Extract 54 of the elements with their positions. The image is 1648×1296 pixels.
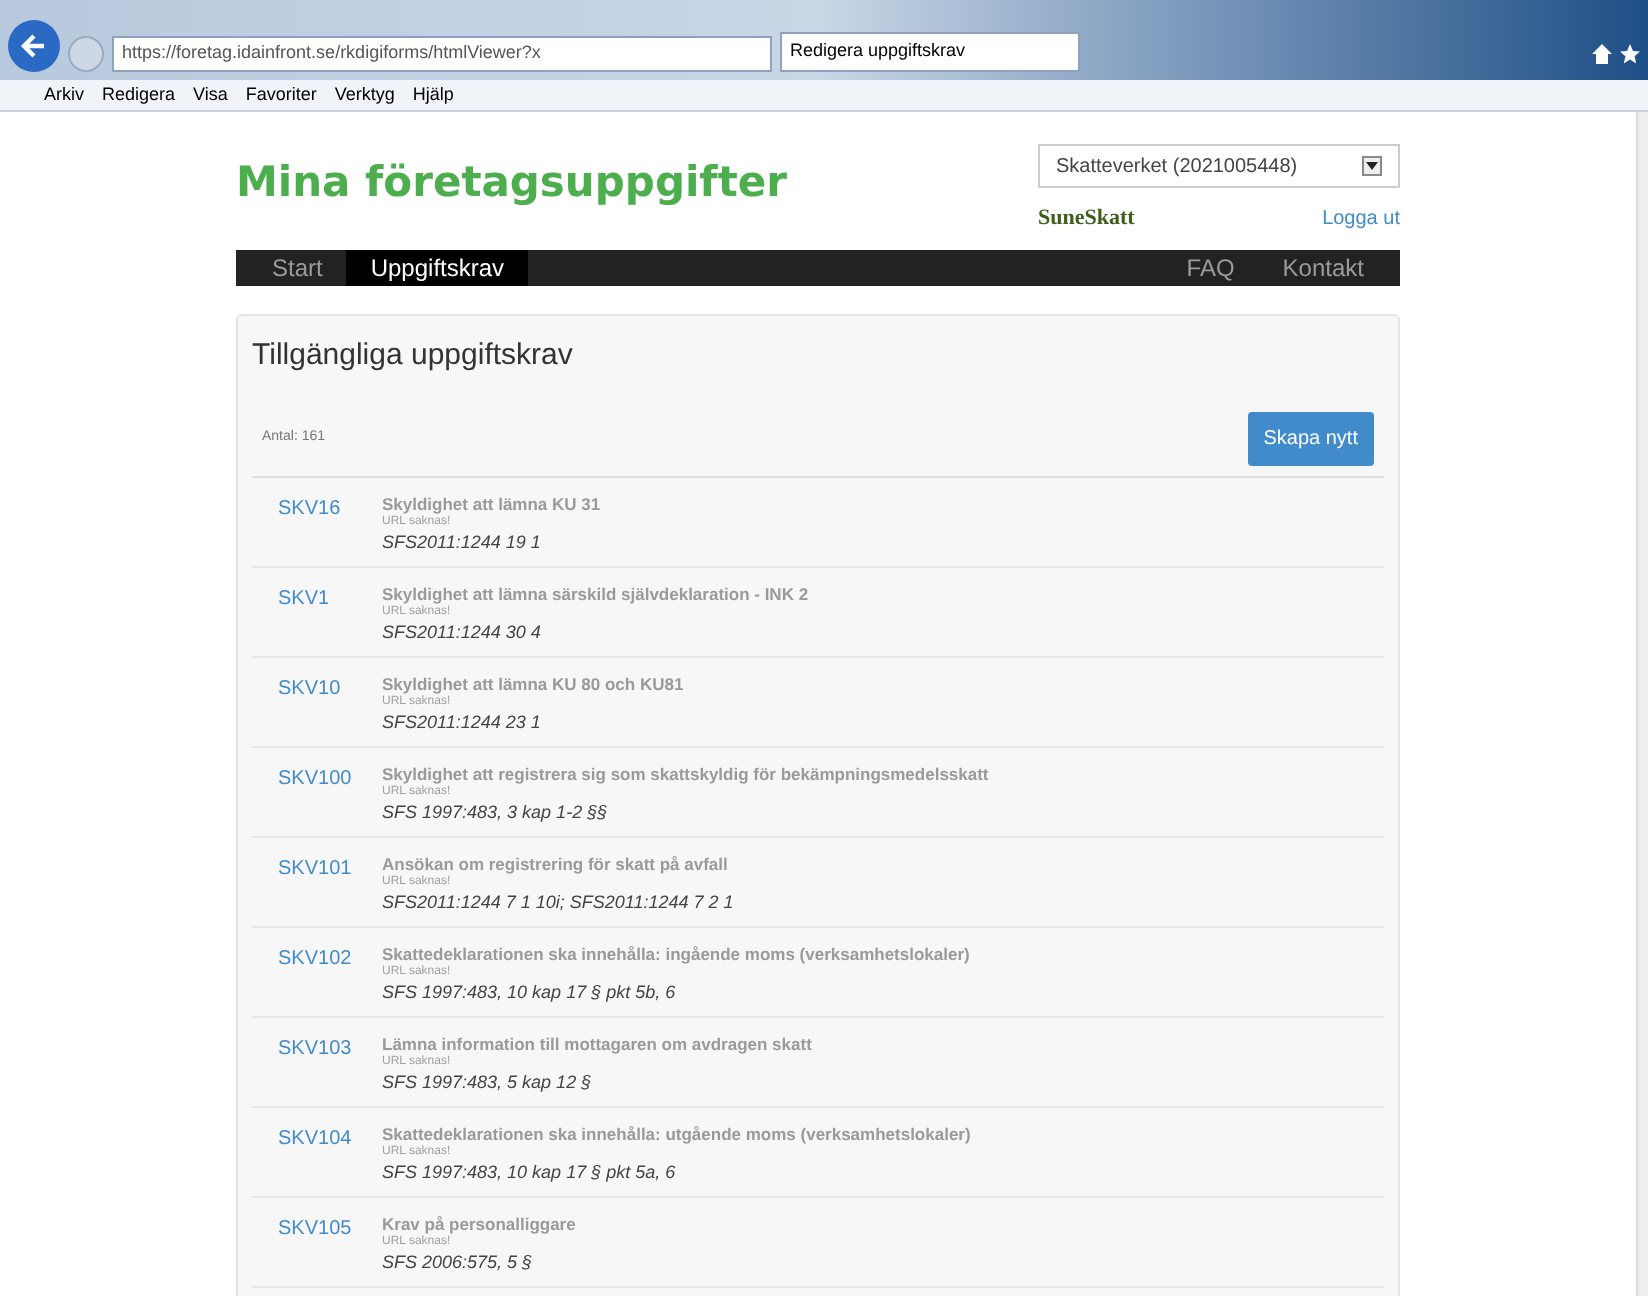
back-arrow-icon	[20, 32, 48, 60]
requirement-code[interactable]: SKV102	[278, 943, 382, 973]
requirement-name: Skyldighet att lämna KU 31	[382, 493, 601, 515]
legal-reference: SFS2011:1244 23 1	[382, 709, 543, 733]
create-button[interactable]: Skapa nytt	[1247, 411, 1374, 465]
requirement-name: Skattedeklarationen ska innehålla: utgående moms (verksamhetslokaler)	[382, 1123, 971, 1145]
requirement-code[interactable]: SKV105	[278, 1213, 382, 1243]
requirement-name: Skyldighet att registrera sig som skattskyldig för bekämpningsmedelsskatt	[382, 763, 989, 785]
menu-item[interactable]: Verktyg	[334, 81, 395, 109]
requirement-code[interactable]: SKV103	[278, 1033, 382, 1063]
requirement-code[interactable]: SKV1	[278, 583, 382, 613]
address-bar[interactable]: https://foretag.idainfront.se/rkdigiforms/htmlViewer?x	[112, 36, 772, 72]
home-icon	[1592, 44, 1612, 64]
legal-reference: SFS2011:1244 30 4	[382, 619, 543, 643]
page-title: Mina företagsuppgifter	[236, 156, 787, 210]
requirement-code[interactable]: SKV104	[278, 1123, 382, 1153]
legal-reference: SFS 1997:483, 5 kap 12 §	[382, 1069, 594, 1093]
requirement-name: Skyldighet att lämna KU 80 och KU81	[382, 673, 684, 695]
nav-link[interactable]: Kontakt	[1258, 250, 1388, 286]
legal-reference: SFS2011:1244 19 1	[382, 529, 543, 553]
menu-item[interactable]: Hjälp	[412, 81, 454, 109]
url-text: https://foretag.idainfront.se/rkdigiforms/htmlViewer?x	[122, 40, 541, 67]
requirement-name: Lämna information till mottagaren om avdragen skatt	[382, 1033, 812, 1055]
tab-title: Redigera uppgiftskrav	[790, 38, 966, 65]
requirement-code[interactable]: SKV16	[278, 493, 382, 523]
scroll-bar[interactable]	[1636, 112, 1648, 1296]
requirement-name: Skyldighet att lämna särskild självdeklaration - INK 2	[382, 583, 809, 605]
requirement-code[interactable]: SKV10	[278, 673, 382, 703]
user-name: SuneSkatt	[1038, 203, 1135, 233]
browser-tab[interactable]: Redigera uppgiftskrav	[780, 32, 1080, 72]
menu-item[interactable]: Redigera	[102, 81, 176, 109]
organization-select[interactable]: Skatteverket (2021005448)	[1038, 144, 1400, 188]
nav-link[interactable]: Uppgiftskrav	[346, 250, 529, 286]
star-icon	[1620, 44, 1640, 64]
menu-item[interactable]: Visa	[193, 81, 228, 109]
nav-link[interactable]: FAQ	[1162, 250, 1259, 286]
requirement-name: Ansökan om registrering för skatt på avfall	[382, 853, 730, 875]
nav-link[interactable]: Start	[248, 250, 347, 286]
legal-reference: SFS 1997:483, 10 kap 17 § pkt 5b, 6	[382, 979, 678, 1003]
legal-reference: SFS 1997:483, 10 kap 17 § pkt 5a, 6	[382, 1159, 678, 1183]
requirement-name: Krav på personalliggare	[382, 1213, 576, 1235]
forward-button[interactable]	[68, 36, 104, 72]
requirement-name: Skattedeklarationen ska innehålla: ingående moms (verksamhetslokaler)	[382, 943, 970, 965]
legal-reference: SFS2011:1244 7 1 10i; SFS2011:1244 7 2 1	[382, 889, 734, 913]
back-button[interactable]	[8, 20, 60, 72]
menu-item[interactable]: Arkiv	[44, 81, 84, 109]
legal-reference: SFS 2006:575, 5 §	[382, 1249, 535, 1273]
requirement-code[interactable]: SKV100	[278, 763, 382, 793]
requirement-code[interactable]: SKV101	[278, 853, 382, 883]
menu-item[interactable]: Favoriter	[245, 81, 317, 109]
legal-reference: SFS 1997:483, 3 kap 1-2 §§	[382, 799, 610, 823]
dropdown-icon	[1362, 156, 1382, 176]
logout-link[interactable]: Logga ut	[1322, 204, 1400, 234]
panel-title: Tillgängliga uppgiftskrav	[252, 336, 575, 376]
